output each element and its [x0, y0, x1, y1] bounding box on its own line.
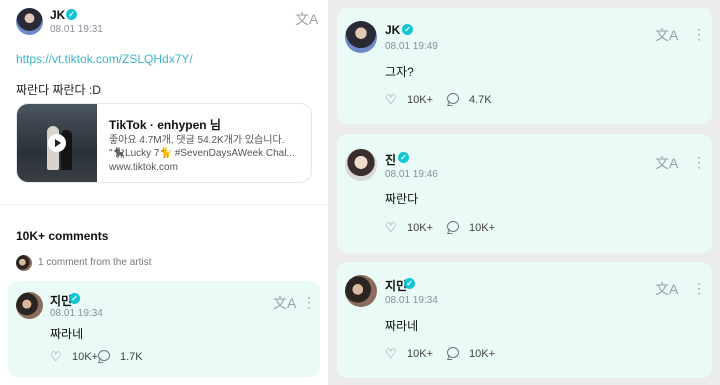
card-url: www.tiktok.com: [109, 162, 178, 173]
artist-comment-label: 1 comment from the artist: [38, 257, 152, 268]
avatar[interactable]: [16, 292, 43, 319]
translate-icon[interactable]: 文A: [655, 153, 678, 173]
post-date: 08.01 19:31: [50, 24, 103, 35]
comment-date: 08.01 19:46: [385, 169, 438, 180]
like-count: 10K+: [407, 222, 433, 234]
avatar[interactable]: [345, 275, 377, 307]
comment-card: JK ✓ 08.01 19:49 文A ⋮ 그자? ♡ 10K+ 4.7K: [337, 8, 712, 124]
heart-icon: ♡: [50, 349, 62, 364]
post-text: 짜란다 짜란다 :D: [16, 83, 101, 97]
like-count: 10K+: [407, 348, 433, 360]
verified-icon: ✓: [402, 24, 413, 35]
reply-count: 4.7K: [469, 94, 492, 106]
video-thumbnail[interactable]: [17, 104, 97, 182]
post: JK ✓ 08.01 19:31 文A https://vt.tiktok.co…: [0, 0, 328, 204]
like-count: 10K+: [72, 351, 98, 363]
verified-icon: ✓: [398, 152, 409, 163]
avatar[interactable]: [16, 8, 43, 35]
avatar[interactable]: [345, 149, 377, 181]
more-icon[interactable]: ⋮: [692, 155, 706, 169]
comment-bubble-icon: [447, 93, 459, 104]
link-preview-card[interactable]: TikTok · enhypen 님 좋아요 4.7M개, 댓글 54.2K개가…: [16, 103, 312, 183]
play-icon[interactable]: [48, 134, 66, 152]
comment-bubble-icon: [447, 347, 459, 358]
comment-card: 진 ✓ 08.01 19:46 文A ⋮ 짜란다 ♡ 10K+ 10K+: [337, 134, 712, 253]
comment-text: 짜라네: [50, 327, 84, 341]
card-description-line: "🐈‍⬛Lucky 7🐈 #SevenDaysAWeek Chal...: [109, 148, 295, 159]
comment-date: 08.01 19:34: [50, 308, 103, 319]
like-count: 10K+: [407, 94, 433, 106]
verified-icon: ✓: [66, 9, 77, 20]
translate-icon[interactable]: 文A: [655, 279, 678, 299]
verified-icon: ✓: [69, 293, 80, 304]
comment-bubble-icon: [98, 350, 110, 361]
avatar: [16, 255, 32, 271]
translate-icon[interactable]: 文A: [273, 293, 296, 313]
comment-text: 그자?: [385, 65, 414, 79]
comment-author[interactable]: JK: [385, 23, 400, 37]
comment-card: 지민 ✓ 08.01 19:34 文A ⋮ 짜라네 ♡ 10K+ 1.7K: [8, 281, 320, 377]
post-panel: JK ✓ 08.01 19:31 文A https://vt.tiktok.co…: [0, 0, 328, 385]
comment-bubble-icon: [447, 221, 459, 232]
more-icon[interactable]: ⋮: [692, 281, 706, 295]
reply-count: 10K+: [469, 348, 495, 360]
heart-icon: ♡: [385, 92, 397, 107]
comment-date: 08.01 19:34: [385, 295, 438, 306]
reply-count: 10K+: [469, 222, 495, 234]
comment-text: 짜란다: [385, 192, 419, 206]
comment-card: 지민 ✓ 08.01 19:34 文A ⋮ 짜라네 ♡ 10K+ 10K+: [337, 262, 712, 378]
post-link[interactable]: https://vt.tiktok.com/ZSLQHdx7Y/: [16, 52, 193, 66]
comment-author[interactable]: 진: [385, 151, 396, 168]
post-author[interactable]: JK: [50, 8, 65, 22]
card-description-line: 좋아요 4.7M개, 댓글 54.2K개가 있습니다.: [109, 135, 285, 146]
verified-icon: ✓: [404, 278, 415, 289]
more-icon[interactable]: ⋮: [302, 295, 316, 309]
divider: [0, 204, 328, 205]
heart-icon: ♡: [385, 220, 397, 235]
reply-count: 1.7K: [120, 351, 143, 363]
card-description: 좋아요 4.7M개, 댓글 54.2K개가 있습니다. "🐈‍⬛Lucky 7🐈…: [109, 134, 307, 160]
heart-icon: ♡: [385, 346, 397, 361]
translate-icon[interactable]: 文A: [655, 25, 678, 45]
comment-date: 08.01 19:49: [385, 41, 438, 52]
comments-count: 10K+ comments: [16, 229, 109, 243]
avatar[interactable]: [345, 21, 377, 53]
translate-icon[interactable]: 文A: [295, 9, 318, 29]
more-icon[interactable]: ⋮: [692, 27, 706, 41]
card-title: TikTok · enhypen 님: [109, 118, 221, 132]
comment-text: 짜라네: [385, 319, 419, 333]
